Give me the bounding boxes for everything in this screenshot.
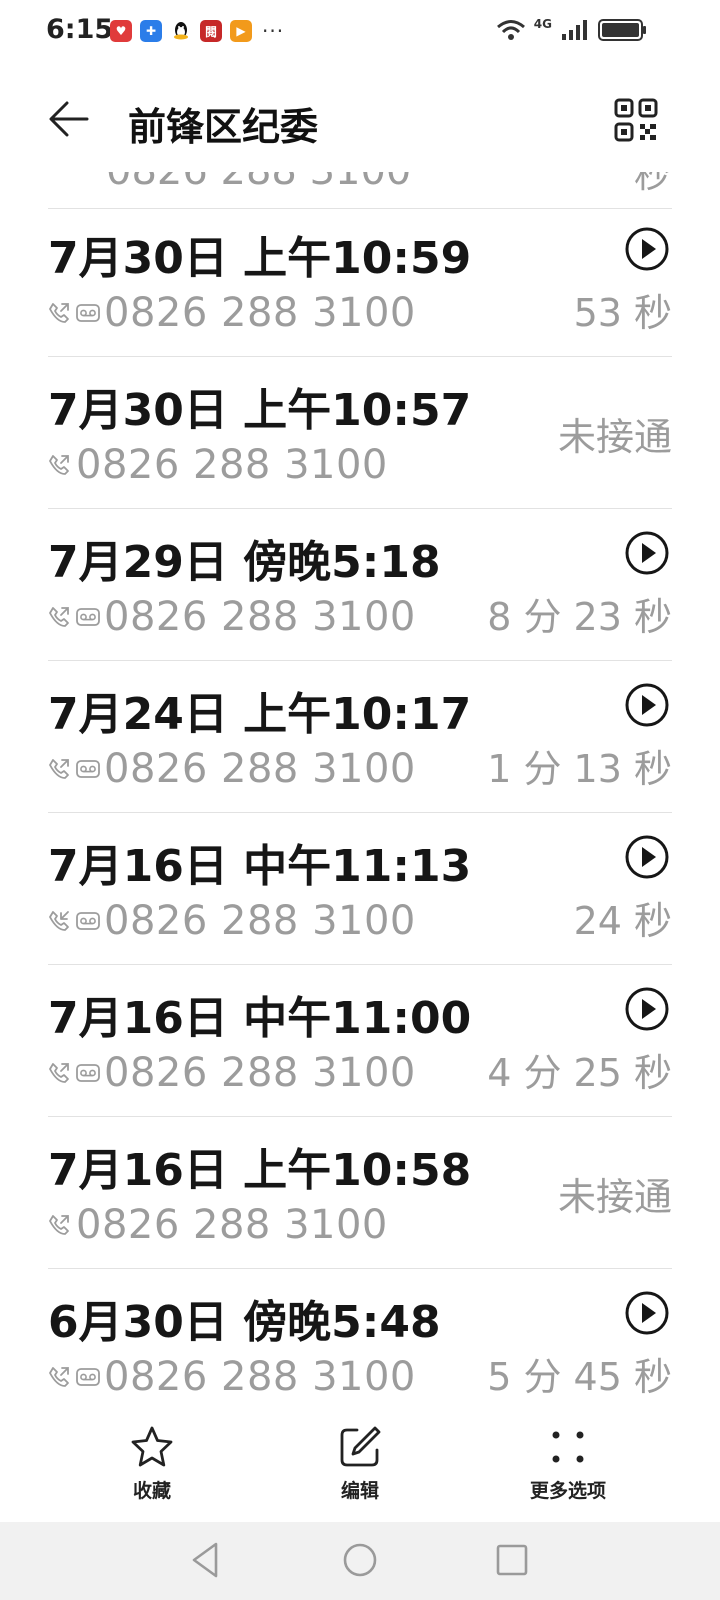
- outgoing-call-icon: [49, 607, 69, 627]
- wifi-icon: [496, 20, 525, 40]
- voicemail-icon: [76, 1064, 100, 1082]
- call-info: 0826 288 3100: [48, 746, 416, 792]
- call-number: 0826 288 3100: [104, 1050, 416, 1096]
- outgoing-call-icon: [49, 759, 69, 779]
- voicemail-icon: [76, 912, 100, 930]
- outgoing-call-icon: [49, 1063, 69, 1083]
- voicemail-icon: [76, 608, 100, 626]
- outgoing-call-icon: [49, 455, 69, 475]
- call-info: 0826 288 3100: [48, 442, 388, 488]
- app-play-icon: ▶: [230, 20, 252, 42]
- call-duration: 53 秒: [573, 291, 672, 335]
- more-options-button[interactable]: 更多选项: [488, 1424, 648, 1503]
- qq-icon: [170, 20, 192, 42]
- call-row[interactable]: 7月16日 上午10:58 0826 288 3100 未接通: [48, 1114, 672, 1269]
- more-notifications-icon: ···: [262, 19, 285, 43]
- network-type: 4G: [533, 17, 552, 31]
- more-dots-icon: [552, 1431, 584, 1463]
- call-duration: 1 分 13 秒: [487, 747, 672, 791]
- status-time: 6:15: [46, 14, 114, 45]
- call-duration: 未接通: [557, 1175, 672, 1219]
- call-duration: 秒: [633, 172, 670, 196]
- more-options-label: 更多选项: [529, 1480, 606, 1502]
- notification-icons: ♥ ✚ 閱 ▶ ···: [110, 19, 284, 43]
- call-number: 0826 288 3100: [76, 1202, 388, 1248]
- call-row[interactable]: 7月16日 中午11:00 0826 288 3100 4 分 25 秒: [48, 962, 672, 1117]
- call-row[interactable]: 7月30日 上午10:59 0826 288 3100 53 秒: [48, 202, 672, 357]
- call-duration: 8 分 23 秒: [487, 595, 672, 639]
- voicemail-icon: [76, 1368, 100, 1386]
- call-number: 0826 288 3100: [104, 898, 416, 944]
- call-time: 7月24日 上午10:17: [48, 689, 472, 740]
- status-right: 4G: [496, 17, 648, 42]
- call-time: 6月30日 傍晚5:48: [48, 1297, 441, 1348]
- call-duration: 5 分 45 秒: [487, 1355, 672, 1399]
- call-info: 0826 288 3100: [48, 898, 416, 944]
- call-duration: 4 分 25 秒: [487, 1051, 672, 1095]
- nav-recents-icon[interactable]: [490, 1538, 534, 1582]
- app-red-icon: ♥: [110, 20, 132, 42]
- call-time: 7月30日 上午10:59: [48, 233, 472, 284]
- call-number: 0826 288 3100: [104, 290, 416, 336]
- nav-back-icon[interactable]: [184, 1538, 228, 1582]
- call-info: 0826 288 3100: [48, 290, 416, 336]
- call-detail-screen: 6:15 ♥ ✚ 閱 ▶ ··· 4G 前锋区纪委 秒 7月30日 上午10:5…: [0, 0, 720, 1600]
- play-circle-icon[interactable]: [624, 986, 670, 1032]
- nav-home-icon[interactable]: [338, 1538, 382, 1582]
- play-circle-icon[interactable]: [624, 226, 670, 272]
- page-title: 前锋区纪委: [128, 105, 319, 149]
- call-info: 0826 288 3100: [48, 1202, 388, 1248]
- favorite-label: 收藏: [132, 1480, 171, 1502]
- call-time: 7月16日 中午11:00: [48, 993, 472, 1044]
- edit-icon: [340, 1426, 381, 1467]
- call-time: 7月30日 上午10:57: [48, 385, 472, 436]
- play-circle-icon[interactable]: [624, 834, 670, 880]
- qr-code-button[interactable]: [614, 98, 658, 142]
- call-info: 0826 288 3100: [48, 594, 416, 640]
- call-row[interactable]: 7月24日 上午10:17 0826 288 3100 1 分 13 秒: [48, 658, 672, 813]
- call-time: 7月29日 傍晚5:18: [48, 537, 441, 588]
- favorite-button[interactable]: 收藏: [72, 1424, 232, 1503]
- app-header: 前锋区纪委: [0, 62, 720, 182]
- call-row[interactable]: 6月30日 傍晚5:48 0826 288 3100 5 分 45 秒: [48, 1266, 672, 1410]
- status-bar: 6:15 ♥ ✚ 閱 ▶ ··· 4G: [0, 0, 720, 62]
- call-info: 0826 288 3100: [48, 1354, 416, 1400]
- signal-icon: [562, 20, 587, 40]
- play-circle-icon[interactable]: [624, 1290, 670, 1336]
- call-row[interactable]: 7月16日 中午11:13 0826 288 3100 24 秒: [48, 810, 672, 965]
- incoming-call-icon: [49, 911, 69, 931]
- battery-icon: [598, 19, 646, 41]
- outgoing-call-icon: [49, 1367, 69, 1387]
- call-time: 7月16日 中午11:13: [48, 841, 472, 892]
- qr-code-icon: [614, 98, 658, 142]
- edit-button[interactable]: 编辑: [280, 1424, 440, 1503]
- app-news-icon: 閱: [200, 20, 222, 42]
- call-row[interactable]: 7月29日 傍晚5:18 0826 288 3100 8 分 23 秒: [48, 506, 672, 661]
- voicemail-icon: [76, 760, 100, 778]
- call-duration: 未接通: [557, 415, 672, 459]
- call-duration: 24 秒: [573, 899, 672, 943]
- call-number: 0826 288 3100: [104, 746, 416, 792]
- voicemail-icon: [76, 304, 100, 322]
- bottom-toolbar: 收藏 编辑 更多选项: [0, 1410, 720, 1522]
- outgoing-call-icon: [49, 303, 69, 323]
- call-number: 0826 288 3100: [106, 172, 411, 194]
- arrow-left-icon: [49, 101, 89, 137]
- call-history-list[interactable]: 0826 288 3100 秒 7月30日 上午10:59 0826 288 31…: [0, 172, 720, 1410]
- call-number: 0826 288 3100: [76, 442, 388, 488]
- back-button[interactable]: [46, 96, 92, 142]
- outgoing-call-icon: [49, 1215, 69, 1235]
- play-circle-icon[interactable]: [624, 530, 670, 576]
- call-row[interactable]: 7月30日 上午10:57 0826 288 3100 未接通: [48, 354, 672, 509]
- star-icon: [131, 1426, 173, 1467]
- edit-label: 编辑: [340, 1480, 379, 1502]
- call-info: 0826 288 3100: [48, 1050, 416, 1096]
- app-blue-icon: ✚: [140, 20, 162, 42]
- system-nav-bar: [0, 1522, 720, 1600]
- call-number: 0826 288 3100: [104, 1354, 416, 1400]
- call-time: 7月16日 上午10:58: [48, 1145, 472, 1196]
- call-number: 0826 288 3100: [104, 594, 416, 640]
- play-circle-icon[interactable]: [624, 682, 670, 728]
